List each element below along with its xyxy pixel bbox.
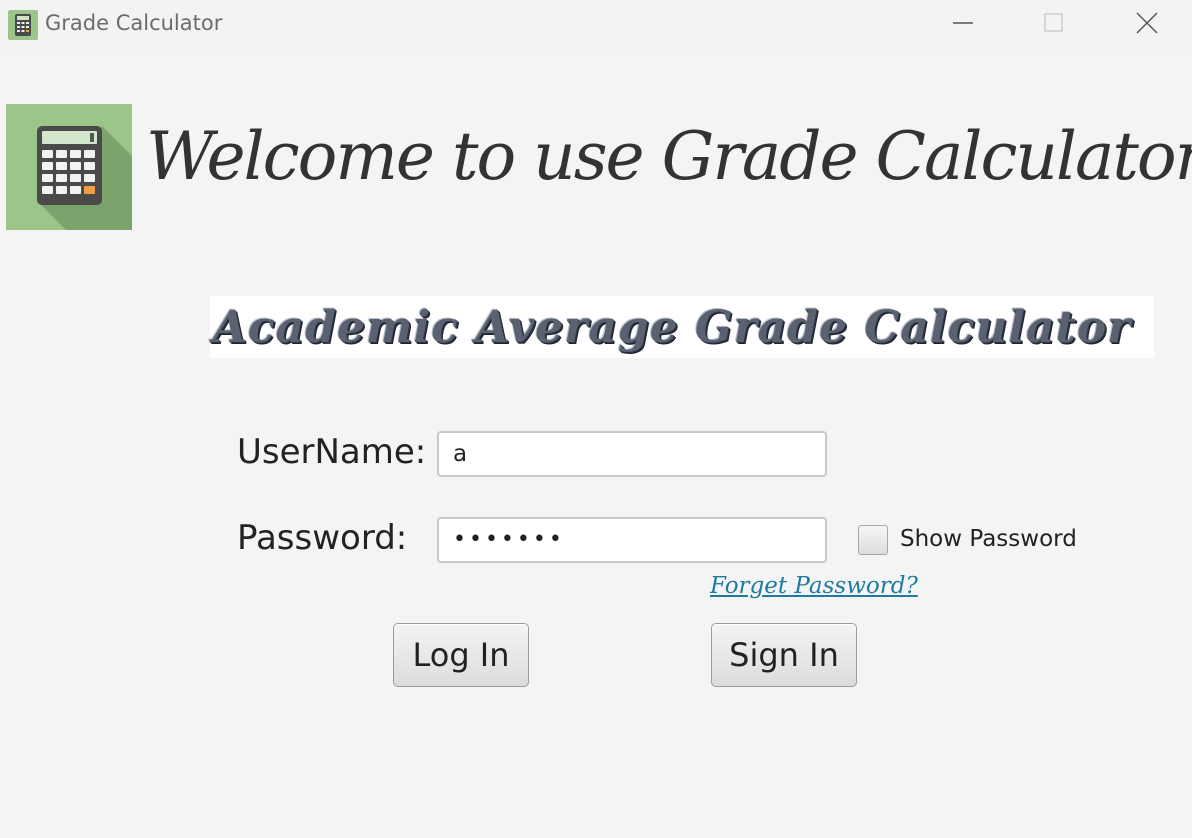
welcome-heading: Welcome to use Grade Calculator <box>146 118 1192 195</box>
minimize-button[interactable] <box>940 0 986 48</box>
show-password-label[interactable]: Show Password <box>900 526 1077 552</box>
maximize-button[interactable] <box>1031 0 1077 48</box>
login-window: Grade Calculator Welcome to use Grade Ca… <box>0 0 1192 838</box>
username-input[interactable]: a <box>437 431 827 477</box>
login-button[interactable]: Log In <box>393 623 529 687</box>
calculator-icon <box>37 126 132 230</box>
forgot-password-link[interactable]: Forget Password? <box>710 573 918 599</box>
title-bar[interactable]: Grade Calculator <box>0 0 1192 50</box>
password-label: Password: <box>237 518 408 558</box>
close-icon <box>1136 12 1158 34</box>
show-password-checkbox[interactable] <box>858 525 888 555</box>
username-label: UserName: <box>237 432 427 472</box>
close-button[interactable] <box>1124 0 1170 48</box>
banner: Academic Average Grade Calculator <box>210 296 1154 358</box>
password-input[interactable]: ••••••• <box>437 517 827 563</box>
logo <box>6 104 132 230</box>
calculator-icon <box>8 10 38 40</box>
minimize-icon <box>953 22 973 24</box>
maximize-icon <box>1044 13 1063 32</box>
window-title: Grade Calculator <box>45 11 223 35</box>
signin-button[interactable]: Sign In <box>711 623 857 687</box>
banner-title: Academic Average Grade Calculator <box>212 301 1132 353</box>
